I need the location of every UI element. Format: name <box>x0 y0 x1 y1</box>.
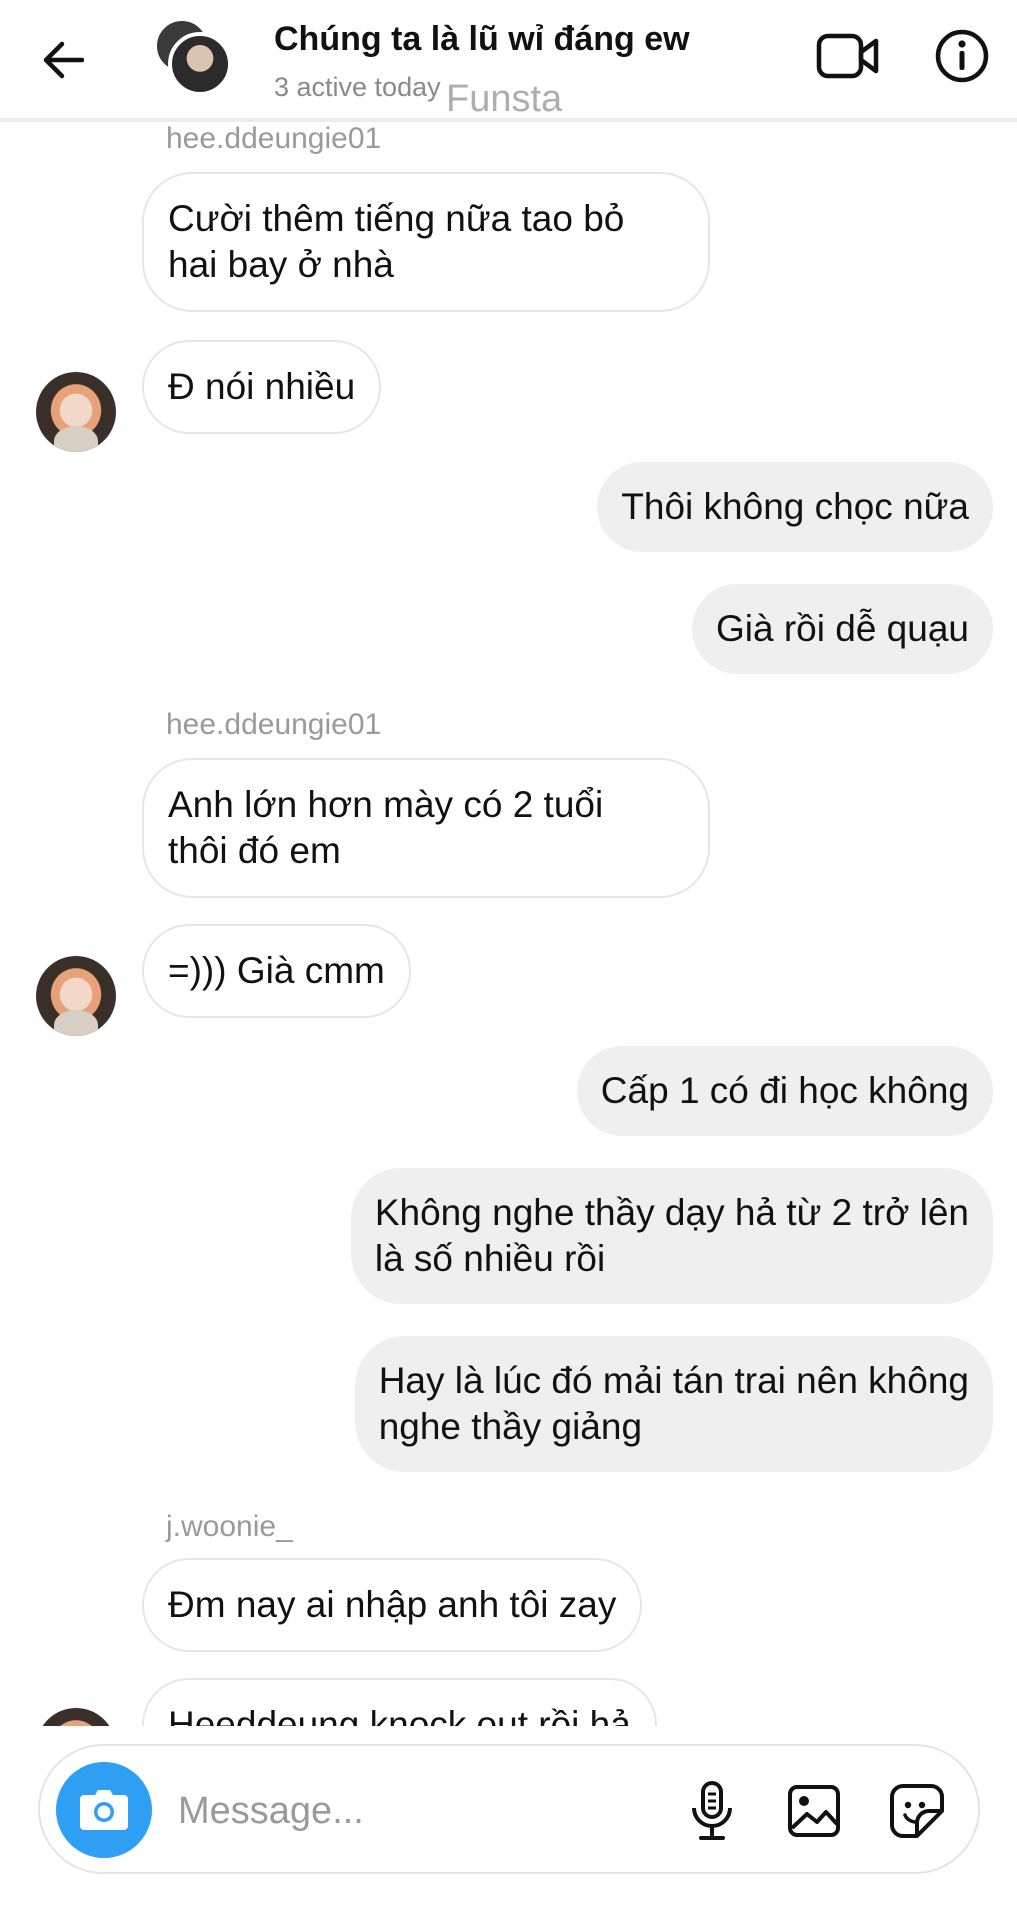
message-composer <box>38 1744 980 1874</box>
message-line: thôi đó em <box>168 830 341 871</box>
video-call-button[interactable] <box>816 24 880 88</box>
message-line: là số nhiều rồi <box>374 1238 606 1279</box>
message-line: Thôi không chọc nữa <box>621 486 969 527</box>
message-line: nghe thầy giảng <box>378 1406 643 1447</box>
message-bubble-incoming[interactable]: Đm nay ai nhập anh tôi zay <box>142 1558 643 1652</box>
sender-avatar[interactable] <box>36 956 116 1036</box>
message-bubble-outgoing[interactable]: Già rồi dễ quạu <box>691 584 993 674</box>
watermark-text: Funsta <box>446 78 563 120</box>
sender-avatar[interactable] <box>36 372 116 452</box>
message-bubble-incoming[interactable]: Anh lớn hơn mày có 2 tuổi thôi đó em <box>142 758 710 898</box>
camera-button[interactable] <box>56 1762 152 1858</box>
message-line: Cấp 1 có đi học không <box>600 1070 969 1111</box>
message-line: Anh lớn hơn mày có 2 tuổi <box>168 784 604 825</box>
gallery-button[interactable] <box>782 1778 846 1844</box>
message-line: Không nghe thầy dạy hả từ 2 trở lên <box>374 1192 969 1233</box>
sticker-icon <box>890 1784 944 1838</box>
message-bubble-incoming[interactable]: Heeddeung knock out rồi hả <box>142 1678 657 1726</box>
message-line: Hay là lúc đó mải tán trai nên không <box>378 1360 969 1401</box>
arrow-left-icon <box>43 41 84 79</box>
message-bubble-incoming[interactable]: =))) Già cmm <box>142 924 411 1018</box>
active-status: 3 active today <box>274 72 441 102</box>
info-button[interactable] <box>930 24 994 88</box>
message-line: Đ nói nhiều <box>168 366 356 407</box>
sender-name: hee.ddeungie01 <box>166 708 382 741</box>
message-line: =))) Già cmm <box>168 950 385 991</box>
chat-header: Chúng ta là lũ wỉ đáng ew 3 active today… <box>0 0 1017 122</box>
group-avatar[interactable] <box>154 18 234 98</box>
group-avatar-front <box>168 32 232 96</box>
back-button[interactable] <box>34 28 90 92</box>
message-bubble-incoming[interactable]: Đ nói nhiều <box>142 340 382 434</box>
message-line: Cười thêm tiếng nữa tao bỏ <box>168 198 625 239</box>
video-camera-icon <box>816 33 879 79</box>
message-bubble-outgoing[interactable]: Cấp 1 có đi học không <box>576 1046 993 1136</box>
message-line: Heeddeung knock out rồi hả <box>168 1704 631 1726</box>
message-line: Già rồi dễ quạu <box>715 608 969 649</box>
message-thread[interactable]: hee.ddeungie01 Cười thêm tiếng nữa tao b… <box>0 126 1017 1726</box>
message-bubble-outgoing[interactable]: Hay là lúc đó mải tán trai nên không ngh… <box>354 1336 993 1472</box>
info-icon <box>935 29 989 83</box>
sender-name: hee.ddeungie01 <box>166 126 382 155</box>
message-input[interactable] <box>178 1776 678 1846</box>
image-icon <box>788 1785 840 1837</box>
message-bubble-outgoing[interactable]: Không nghe thầy dạy hả từ 2 trở lên là s… <box>350 1168 993 1304</box>
message-bubble-incoming[interactable]: Cười thêm tiếng nữa tao bỏ hai bay ở nhà <box>142 172 710 312</box>
message-line: Đm nay ai nhập anh tôi zay <box>168 1584 617 1625</box>
voice-message-button[interactable] <box>680 1776 744 1846</box>
conversation-title[interactable]: Chúng ta là lũ wỉ đáng ew <box>274 20 690 59</box>
message-line: hai bay ở nhà <box>168 244 394 285</box>
sender-avatar[interactable] <box>36 1708 116 1726</box>
microphone-icon <box>692 1781 732 1840</box>
sticker-button[interactable] <box>884 1778 950 1844</box>
sender-name: j.woonie_ <box>166 1510 293 1543</box>
message-bubble-outgoing[interactable]: Thôi không chọc nữa <box>597 462 993 552</box>
camera-icon <box>80 1790 128 1830</box>
